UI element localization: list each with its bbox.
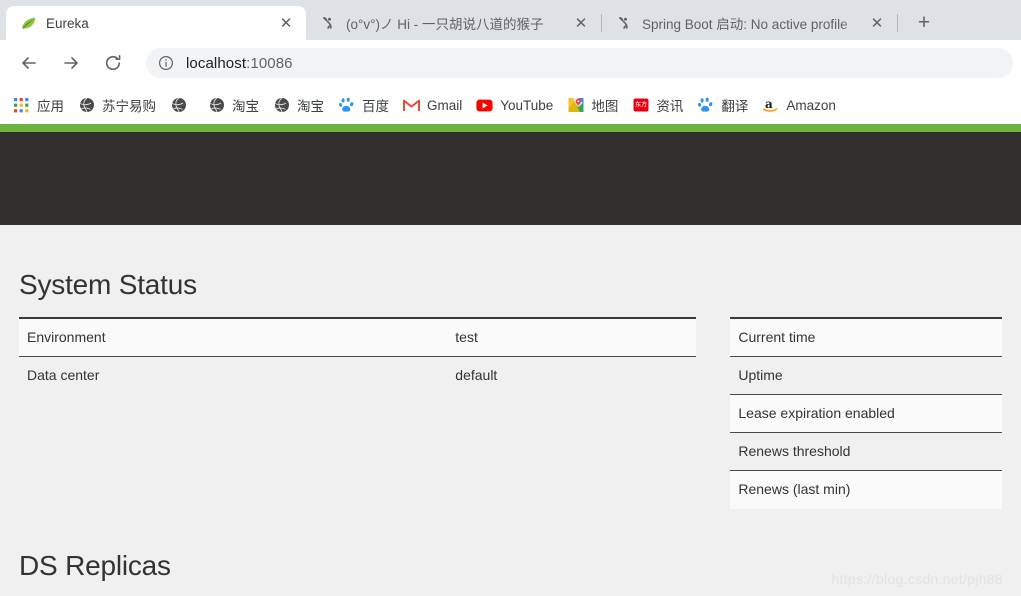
- bookmarks-bar: 应用 苏宁易购 淘宝 淘宝 百度 Gmail YouTube 地图 东方 资讯 …: [0, 86, 1021, 124]
- row-key: Lease expiration enabled: [730, 394, 1002, 433]
- bookmark-label: 翻译: [721, 99, 749, 114]
- tab-close-icon[interactable]: ✕: [867, 13, 887, 33]
- youtube-icon: [476, 97, 493, 114]
- url-host: localhost: [186, 54, 247, 72]
- page-content: System Status Environment test Data cent…: [0, 269, 1021, 582]
- bookmark-gmail[interactable]: Gmail: [396, 94, 469, 117]
- row-key: Renews (last min): [730, 470, 1002, 509]
- back-button[interactable]: [13, 47, 45, 79]
- eureka-page: System Status Environment test Data cent…: [0, 124, 1021, 596]
- url-text: localhost:10086: [186, 55, 293, 72]
- forward-button[interactable]: [55, 47, 87, 79]
- browser-toolbar: localhost:10086: [0, 40, 1021, 86]
- google-maps-icon: [567, 97, 584, 114]
- bookmark-taobao-2[interactable]: 淘宝: [266, 92, 331, 118]
- row-key: Data center: [19, 356, 448, 395]
- globe-icon: [273, 97, 290, 114]
- bookmark-label: Amazon: [786, 97, 836, 113]
- bookmark-translate[interactable]: 翻译: [690, 92, 755, 118]
- row-key: Current time: [730, 317, 1002, 357]
- csdn-icon: [320, 15, 337, 32]
- row-key: Renews threshold: [730, 432, 1002, 471]
- svg-text:东方: 东方: [635, 100, 647, 108]
- tab-close-icon[interactable]: ✕: [276, 13, 296, 33]
- row-value: default: [447, 356, 697, 395]
- bookmark-baidu[interactable]: 百度: [331, 92, 396, 118]
- dongfang-icon: 东方: [632, 97, 649, 114]
- bookmark-taobao-1[interactable]: 淘宝: [201, 92, 266, 118]
- table-row: Lease expiration enabled: [730, 394, 1002, 433]
- new-tab-button[interactable]: +: [910, 9, 938, 37]
- table-row: Data center default: [19, 356, 697, 395]
- system-status-left-table: Environment test Data center default: [19, 317, 697, 395]
- globe-icon: [78, 97, 95, 114]
- url-port: :10086: [246, 54, 293, 72]
- bookmark-label: 淘宝: [297, 99, 324, 114]
- tab-title: Spring Boot 启动: No active profile: [642, 17, 848, 32]
- browser-window: Eureka ✕ (o°v°)ノ Hi - 一只胡说八道的猴子 ✕ Spring…: [0, 0, 1021, 596]
- bookmark-suning[interactable]: 苏宁易购: [71, 92, 163, 118]
- amazon-icon: a: [762, 97, 779, 114]
- system-status-tables: Environment test Data center default Cur…: [19, 317, 1002, 509]
- svg-text:a: a: [765, 97, 773, 111]
- browser-tab-csdn-blog[interactable]: (o°v°)ノ Hi - 一只胡说八道的猴子 ✕: [306, 6, 601, 40]
- baidu-icon: [697, 97, 714, 114]
- table-row: Renews threshold: [730, 432, 1002, 471]
- tab-strip: Eureka ✕ (o°v°)ノ Hi - 一只胡说八道的猴子 ✕ Spring…: [0, 0, 1021, 40]
- bookmark-apps[interactable]: 应用: [6, 92, 71, 118]
- bookmark-label: 淘宝: [232, 99, 259, 114]
- table-row: Environment test: [19, 317, 697, 357]
- reload-button[interactable]: [97, 47, 129, 79]
- bookmark-unlabeled[interactable]: [163, 94, 201, 117]
- gmail-icon: [403, 97, 420, 114]
- address-bar[interactable]: localhost:10086: [146, 48, 1013, 78]
- tab-close-icon[interactable]: ✕: [571, 13, 591, 33]
- row-key: Environment: [19, 317, 448, 357]
- globe-icon: [170, 97, 187, 114]
- bookmark-label: 百度: [362, 99, 389, 114]
- system-status-right-wrap: Current time Uptime Lease expiration ena…: [730, 317, 1002, 509]
- system-status-title: System Status: [19, 269, 197, 300]
- bookmark-youtube[interactable]: YouTube: [469, 94, 560, 117]
- globe-icon: [208, 97, 225, 114]
- bookmark-label: 资讯: [656, 99, 684, 114]
- row-value: test: [447, 317, 697, 357]
- spring-leaf-icon: [20, 15, 37, 32]
- browser-tab-eureka[interactable]: Eureka ✕: [6, 6, 306, 40]
- watermark-text: https://blog.csdn.net/pjh88: [831, 571, 1003, 587]
- tab-text-fade: [545, 6, 571, 40]
- tab-title: Eureka: [46, 15, 89, 31]
- tab-divider: [897, 14, 898, 32]
- spring-green-bar: [0, 124, 1021, 132]
- bookmark-maps[interactable]: 地图: [560, 92, 625, 118]
- table-row: Renews (last min): [730, 470, 1002, 509]
- table-row: Uptime: [730, 356, 1002, 395]
- baidu-icon: [338, 97, 355, 114]
- bookmark-label: YouTube: [500, 97, 554, 113]
- tab-title: (o°v°)ノ Hi - 一只胡说八道的猴子: [346, 17, 544, 32]
- apps-grid-icon: [13, 97, 30, 114]
- row-key: Uptime: [730, 356, 1002, 395]
- bookmark-amazon[interactable]: a Amazon: [755, 94, 843, 117]
- site-info-icon[interactable]: [158, 55, 174, 71]
- bookmark-label: 应用: [37, 99, 64, 114]
- bookmark-news[interactable]: 东方 资讯: [625, 92, 690, 118]
- eureka-header-banner: [0, 132, 1021, 225]
- bookmark-label: 地图: [591, 99, 619, 114]
- csdn-icon: [616, 15, 633, 32]
- bookmark-label: Gmail: [427, 97, 463, 113]
- table-row: Current time: [730, 317, 1002, 357]
- bookmark-label: 苏宁易购: [102, 99, 156, 114]
- browser-tab-spring-boot[interactable]: Spring Boot 启动: No active profile ✕: [602, 6, 897, 40]
- system-status-right-table: Current time Uptime Lease expiration ena…: [730, 317, 1002, 509]
